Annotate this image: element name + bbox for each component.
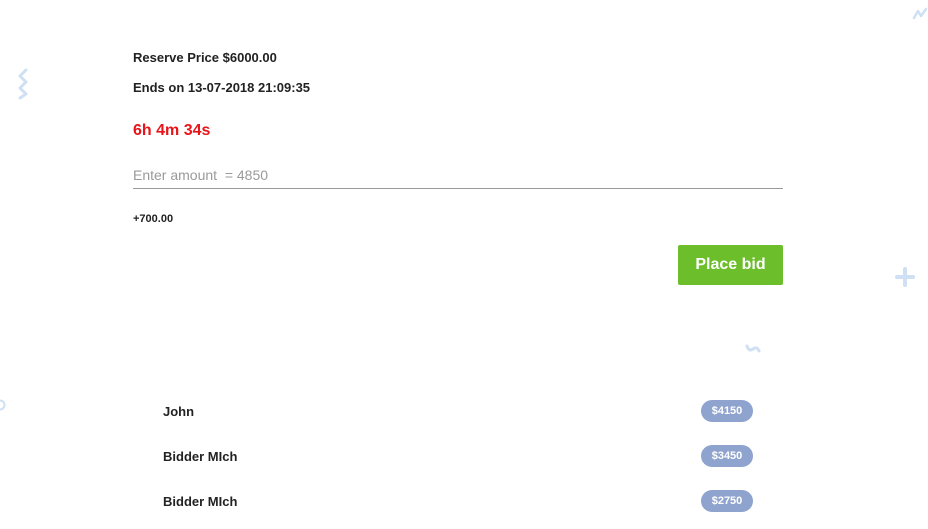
list-item: John $4150	[163, 399, 753, 423]
bidder-name: Bidder MIch	[163, 493, 238, 509]
end-date: Ends on 13-07-2018 21:09:35	[133, 80, 311, 95]
list-item: Bidder MIch $2750	[163, 489, 753, 513]
list-item: Bidder MIch $3450	[163, 444, 753, 468]
bid-amount-badge: $3450	[701, 445, 753, 467]
bidder-name: Bidder MIch	[163, 448, 238, 464]
squiggle-icon	[912, 6, 928, 20]
bid-increment: +700.00	[133, 213, 174, 225]
squiggle-icon	[744, 343, 762, 355]
plus-icon	[894, 266, 916, 288]
auction-page: Reserve Price $6000.00 Ends on 13-07-201…	[0, 0, 928, 529]
circle-icon	[0, 398, 8, 412]
squiggle-icon	[14, 68, 32, 100]
bid-amount-badge: $2750	[701, 490, 753, 512]
bid-amount-badge: $4150	[701, 400, 753, 422]
bidder-name: John	[163, 403, 195, 419]
bid-history-list: John $4150 Bidder MIch $3450 Bidder MIch…	[163, 399, 753, 529]
countdown-timer: 6h 4m 34s	[133, 122, 211, 139]
reserve-price: Reserve Price $6000.00	[133, 50, 277, 65]
place-bid-button[interactable]: Place bid	[678, 245, 783, 285]
bid-amount-input[interactable]	[133, 161, 783, 189]
